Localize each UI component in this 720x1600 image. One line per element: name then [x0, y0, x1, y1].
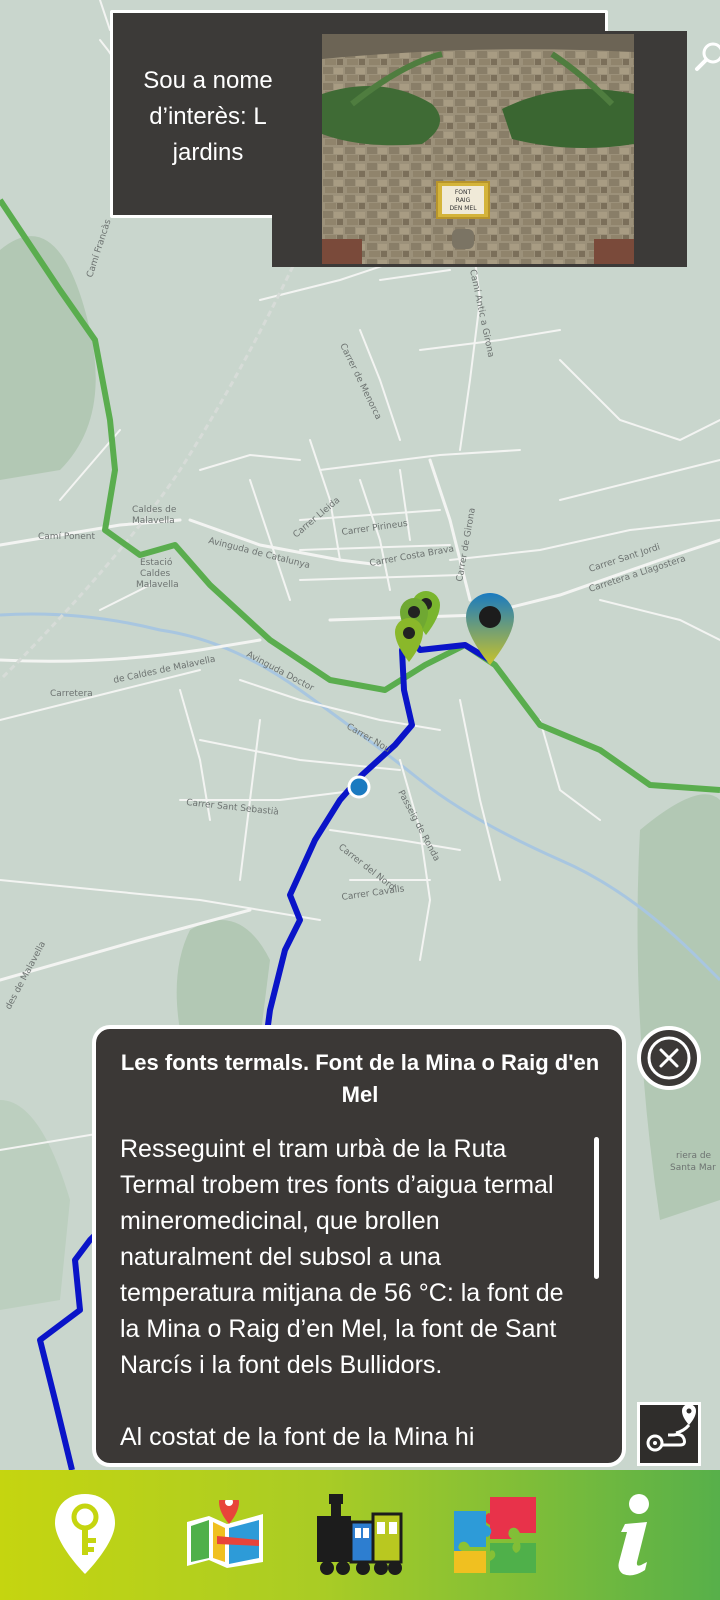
map-label: riera de [676, 1151, 712, 1161]
poi-popup-text: Sou a nome d’interès: L jardins [143, 67, 273, 166]
magnifier-icon[interactable] [643, 37, 720, 71]
map-label: Caldes [140, 569, 171, 579]
map-label: Camí Ponent [38, 532, 95, 542]
info-panel-title: Les fonts termals. Font de la Mina o Rai… [120, 1050, 600, 1107]
sign-line: FONT [455, 189, 472, 196]
map-label: Santa Mar [670, 1163, 716, 1173]
bottom-nav [0, 1470, 720, 1600]
map-label: Malavella [132, 516, 175, 526]
map-label: Malavella [136, 580, 179, 590]
fountain-photo: FONT RAIG DEN MEL [322, 34, 634, 264]
nav-tab-info[interactable] [578, 1470, 688, 1600]
info-panel: Les fonts termals. Font de la Mina o Rai… [92, 1025, 626, 1467]
nav-tab-puzzle[interactable] [440, 1470, 550, 1600]
route-icon [646, 1403, 696, 1452]
nav-tab-key-pin[interactable] [30, 1470, 140, 1600]
train-icon [317, 1494, 403, 1575]
map-label: Carretera [50, 689, 93, 699]
map-label: Estació [140, 557, 173, 568]
nav-tab-map[interactable] [170, 1470, 280, 1600]
nav-tab-train[interactable] [305, 1470, 415, 1600]
info-paragraph: Resseguint el tram urbà de la Ruta Terma… [120, 1135, 564, 1379]
scrollbar[interactable] [594, 1137, 599, 1279]
map-icon [187, 1500, 263, 1568]
info-panel-body[interactable]: Resseguint el tram urbà de la Ruta Terma… [120, 1131, 576, 1451]
puzzle-icon [454, 1497, 536, 1573]
sign-line: DEN MEL [449, 205, 477, 212]
info-paragraph: Al costat de la font de la Mina hi [120, 1423, 475, 1451]
poi-photo[interactable]: FONT RAIG DEN MEL [272, 31, 720, 267]
close-circle-icon [637, 1026, 701, 1090]
map-label: Caldes de [132, 505, 177, 515]
close-button[interactable] [636, 1025, 702, 1091]
info-icon [618, 1494, 649, 1576]
key-pin-icon [55, 1494, 115, 1574]
sign-line: RAIG [456, 197, 471, 204]
route-button[interactable] [637, 1402, 701, 1466]
